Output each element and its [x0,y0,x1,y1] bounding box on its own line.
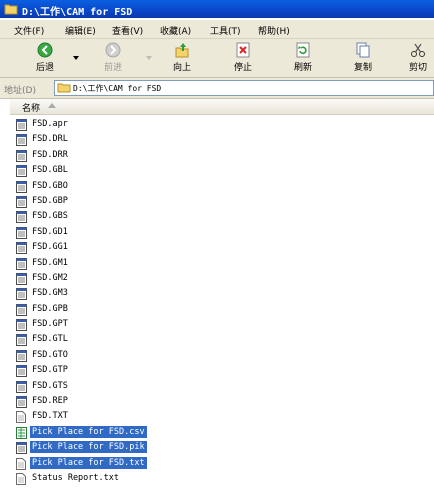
file-name: FSD.GM2 [32,272,68,283]
file-name: FSD.GPB [32,303,68,314]
file-name: FSD.GBL [32,165,68,176]
file-name: FSD.GTP [32,365,68,376]
menu-view[interactable]: 查看(V) [112,24,143,37]
menu-edit[interactable]: 编辑(E) [65,24,96,37]
file-item[interactable]: FSD.GPT [16,317,216,332]
address-input[interactable]: D:\工作\CAM for FSD [54,80,434,96]
forward-dropdown-icon[interactable] [146,56,152,60]
forward-arrow-icon [105,42,121,58]
file-name: FSD.GG1 [32,242,68,253]
file-name: FSD.GTS [32,380,68,391]
window-title: D:\工作\CAM for FSD [22,7,133,18]
file-item[interactable]: FSD.GBO [16,179,216,194]
file-name: FSD.GM3 [32,288,68,299]
address-bar: 地址(D) D:\工作\CAM for FSD [0,78,434,99]
copy-button[interactable]: 复制 [348,42,378,73]
file-name: FSD.GBP [32,195,68,206]
copy-icon [356,42,370,58]
file-list: FSD.apr FSD.DRL FSD.DRR FSD.GBL FSD.GBO FSD.G… [16,117,216,486]
file-item[interactable]: FSD.GTP [16,363,216,378]
file-name: FSD.GTO [32,349,68,360]
file-item[interactable]: FSD.TXT [16,409,216,424]
file-item[interactable]: FSD.GTL [16,332,216,347]
menu-file[interactable]: 文件(F) [14,24,44,37]
scissors-icon [411,43,425,57]
file-item[interactable]: FSD.GG1 [16,240,216,255]
file-item[interactable]: FSD.DRL [16,132,216,147]
file-name: FSD.apr [32,119,68,129]
file-name: FSD.GD1 [32,226,68,237]
toolbar: 后退 前进 向上 停止 刷新 复制 剪切 [0,39,434,78]
stop-icon [236,42,250,58]
file-name: FSD.GM1 [32,257,68,268]
file-item[interactable]: FSD.GPB [16,302,216,317]
file-item[interactable]: Pick Place for FSD.csv [16,425,216,440]
file-item[interactable]: FSD.REP [16,394,216,409]
refresh-icon [296,42,310,58]
file-item[interactable]: FSD.GTS [16,379,216,394]
column-header-name[interactable]: 名称 [10,99,434,115]
file-item[interactable]: FSD.GM2 [16,271,216,286]
file-name: FSD.GBO [32,180,68,191]
file-item[interactable]: FSD.GBP [16,194,216,209]
address-path: D:\工作\CAM for FSD [73,84,162,93]
stop-button[interactable]: 停止 [228,42,258,73]
file-name: FSD.DRR [32,149,68,160]
file-name: Pick Place for FSD.csv [30,425,147,438]
file-item[interactable]: FSD.GTO [16,348,216,363]
back-button[interactable]: 后退 [30,42,60,73]
up-folder-icon [175,43,189,58]
up-button[interactable]: 向上 [167,42,197,73]
forward-button[interactable]: 前进 [98,42,128,73]
file-name: Pick Place for FSD.txt [30,456,147,469]
title-bar: D:\工作\CAM for FSD [0,0,434,18]
file-list-pane: 名称 FSD.apr FSD.DRL FSD.DRR FSD.GBL FSD.GBO FS… [0,99,434,485]
file-item[interactable]: Pick Place for FSD.pik [16,440,216,455]
folder-icon [57,83,71,93]
file-item[interactable]: FSD.GBL [16,163,216,178]
file-name: FSD.GPT [32,319,68,330]
file-item[interactable]: FSD.GM1 [16,256,216,271]
refresh-button[interactable]: 刷新 [288,42,318,73]
back-dropdown-icon[interactable] [73,56,79,60]
cut-button[interactable]: 剪切 [404,42,432,73]
file-name: Status Report.txt [32,472,119,483]
file-item[interactable]: Status Report.txt [16,471,216,486]
file-item[interactable]: FSD.GD1 [16,225,216,240]
text-file-icon [16,472,26,488]
back-arrow-icon [37,42,53,58]
file-item[interactable]: FSD.GM3 [16,286,216,301]
file-name: Pick Place for FSD.pik [30,441,147,454]
file-name: FSD.GBS [32,211,68,222]
address-label: 地址(D) [4,86,36,96]
menu-tools[interactable]: 工具(T) [210,24,241,37]
menu-bar: 文件(F) 编辑(E) 查看(V) 收藏(A) 工具(T) 帮助(H) [0,20,434,39]
menu-favorites[interactable]: 收藏(A) [160,24,191,37]
file-name: FSD.DRL [32,134,68,145]
file-name: FSD.REP [32,396,68,407]
file-item[interactable]: FSD.GBS [16,209,216,224]
folder-icon [4,4,18,15]
menu-help[interactable]: 帮助(H) [258,24,290,37]
file-item[interactable]: FSD.DRR [16,148,216,163]
file-item[interactable]: FSD.apr [16,117,216,132]
file-name: FSD.GTL [32,334,68,345]
sort-ascending-icon [48,103,56,108]
file-name: FSD.TXT [32,411,68,422]
